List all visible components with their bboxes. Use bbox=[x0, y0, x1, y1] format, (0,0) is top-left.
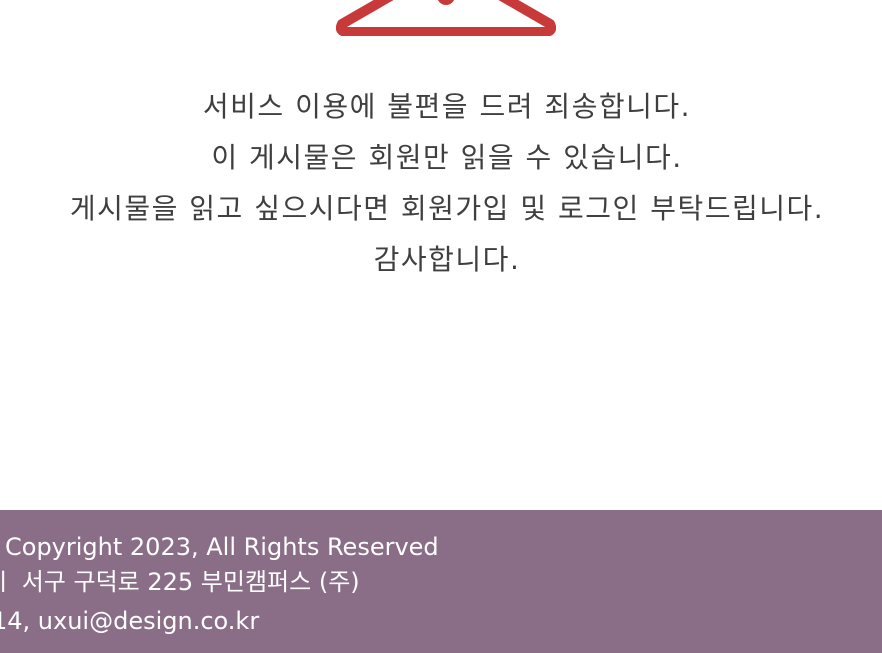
notice-line-apology: 서비스 이용에 불편을 드려 죄송합니다. bbox=[202, 90, 692, 123]
notice-line-members-only: 이 게시물은 회원만 읽을 수 있습니다. bbox=[211, 141, 683, 174]
warning-triangle-icon bbox=[336, 0, 556, 36]
footer-address: ㅣ 서구 구덕로 225 부민캠퍼스 (주) bbox=[0, 568, 360, 596]
notice-line-thanks: 감사합니다. bbox=[373, 243, 521, 276]
notice-line-signup-request: 게시물을 읽고 싶으시다면 회원가입 및 로그인 부탁드립니다. bbox=[69, 192, 825, 225]
access-notice-message: 서비스 이용에 불편을 드려 죄송합니다. 이 게시물은 회원만 읽을 수 있습… bbox=[0, 84, 882, 288]
site-footer: Copyright 2023, All Rights Reserved ㅣ 서구… bbox=[0, 510, 882, 653]
footer-copyright: Copyright 2023, All Rights Reserved bbox=[5, 533, 439, 561]
restricted-access-page: 서비스 이용에 불편을 드려 죄송합니다. 이 게시물은 회원만 읽을 수 있습… bbox=[0, 0, 882, 653]
footer-contact: 14, uxui@design.co.kr bbox=[0, 607, 260, 635]
